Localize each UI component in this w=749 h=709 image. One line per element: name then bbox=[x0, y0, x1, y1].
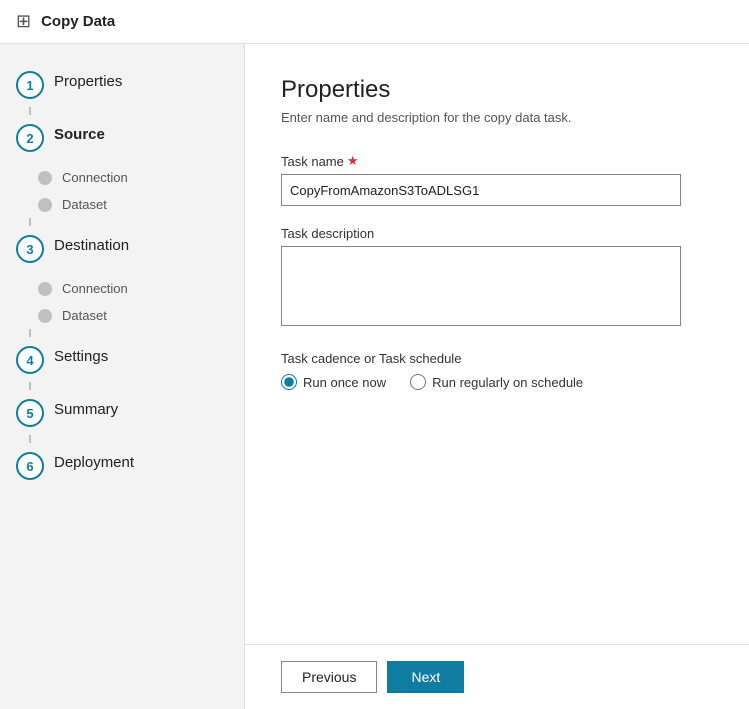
required-star: ★ bbox=[347, 153, 359, 169]
radio-run-schedule-input[interactable] bbox=[410, 374, 426, 390]
sidebar-label-dest-dataset: Dataset bbox=[62, 308, 107, 323]
sub-circle-source-connection bbox=[38, 171, 52, 185]
sidebar-label-properties: Properties bbox=[54, 70, 122, 90]
radio-run-once-input[interactable] bbox=[281, 374, 297, 390]
page-subtitle: Enter name and description for the copy … bbox=[281, 110, 713, 125]
sidebar-item-summary[interactable]: 5 Summary bbox=[0, 390, 244, 435]
sidebar-label-destination: Destination bbox=[54, 234, 129, 254]
next-button[interactable]: Next bbox=[387, 661, 464, 693]
cadence-section: Task cadence or Task schedule Run once n… bbox=[281, 351, 713, 390]
radio-group: Run once now Run regularly on schedule bbox=[281, 374, 713, 390]
sidebar-item-destination-dataset[interactable]: Dataset bbox=[38, 302, 244, 329]
sidebar: 1 Properties 2 Source Connection Dataset… bbox=[0, 44, 245, 709]
app-title: Copy Data bbox=[41, 13, 115, 30]
sidebar-label-settings: Settings bbox=[54, 345, 108, 365]
step-circle-6: 6 bbox=[16, 452, 44, 480]
step-circle-2: 2 bbox=[16, 124, 44, 152]
sidebar-item-deployment[interactable]: 6 Deployment bbox=[0, 443, 244, 488]
footer: Previous Next bbox=[245, 644, 749, 709]
sidebar-label-dest-connection: Connection bbox=[62, 281, 128, 296]
content-inner: Properties Enter name and description fo… bbox=[245, 44, 749, 644]
previous-button[interactable]: Previous bbox=[281, 661, 377, 693]
task-description-group: Task description bbox=[281, 226, 713, 331]
sub-circle-source-dataset bbox=[38, 198, 52, 212]
radio-run-schedule[interactable]: Run regularly on schedule bbox=[410, 374, 583, 390]
task-name-group: Task name ★ bbox=[281, 153, 713, 206]
radio-run-schedule-label: Run regularly on schedule bbox=[432, 375, 583, 390]
sidebar-item-destination-connection[interactable]: Connection bbox=[38, 275, 244, 302]
radio-run-once-label: Run once now bbox=[303, 375, 386, 390]
step-circle-3: 3 bbox=[16, 235, 44, 263]
sidebar-label-source-connection: Connection bbox=[62, 170, 128, 185]
sidebar-item-source[interactable]: 2 Source bbox=[0, 115, 244, 160]
header: ⊞ Copy Data bbox=[0, 0, 749, 44]
connector-2-3 bbox=[29, 218, 31, 226]
sub-circle-dest-connection bbox=[38, 282, 52, 296]
page-title: Properties bbox=[281, 76, 713, 104]
sidebar-item-settings[interactable]: 4 Settings bbox=[0, 337, 244, 382]
task-description-input[interactable] bbox=[281, 246, 681, 326]
cadence-label: Task cadence or Task schedule bbox=[281, 351, 713, 366]
sidebar-item-source-connection[interactable]: Connection bbox=[38, 164, 244, 191]
connector-4-5 bbox=[29, 382, 31, 390]
copy-data-icon: ⊞ bbox=[16, 11, 31, 32]
sidebar-item-source-dataset[interactable]: Dataset bbox=[38, 191, 244, 218]
radio-run-once[interactable]: Run once now bbox=[281, 374, 386, 390]
connector-1-2 bbox=[29, 107, 31, 115]
sidebar-item-properties[interactable]: 1 Properties bbox=[0, 62, 244, 107]
content-area: Properties Enter name and description fo… bbox=[245, 44, 749, 709]
step-circle-5: 5 bbox=[16, 399, 44, 427]
destination-sub-items: Connection Dataset bbox=[0, 275, 244, 329]
task-name-label: Task name ★ bbox=[281, 153, 713, 169]
sidebar-label-source-dataset: Dataset bbox=[62, 197, 107, 212]
main-layout: 1 Properties 2 Source Connection Dataset… bbox=[0, 44, 749, 709]
task-name-input[interactable] bbox=[281, 174, 681, 206]
sidebar-label-summary: Summary bbox=[54, 398, 118, 418]
task-description-label: Task description bbox=[281, 226, 713, 241]
sidebar-item-destination[interactable]: 3 Destination bbox=[0, 226, 244, 271]
connector-5-6 bbox=[29, 435, 31, 443]
sub-circle-dest-dataset bbox=[38, 309, 52, 323]
step-circle-1: 1 bbox=[16, 71, 44, 99]
sidebar-label-deployment: Deployment bbox=[54, 451, 134, 471]
source-sub-items: Connection Dataset bbox=[0, 164, 244, 218]
step-circle-4: 4 bbox=[16, 346, 44, 374]
sidebar-label-source: Source bbox=[54, 123, 105, 143]
connector-3-4 bbox=[29, 329, 31, 337]
